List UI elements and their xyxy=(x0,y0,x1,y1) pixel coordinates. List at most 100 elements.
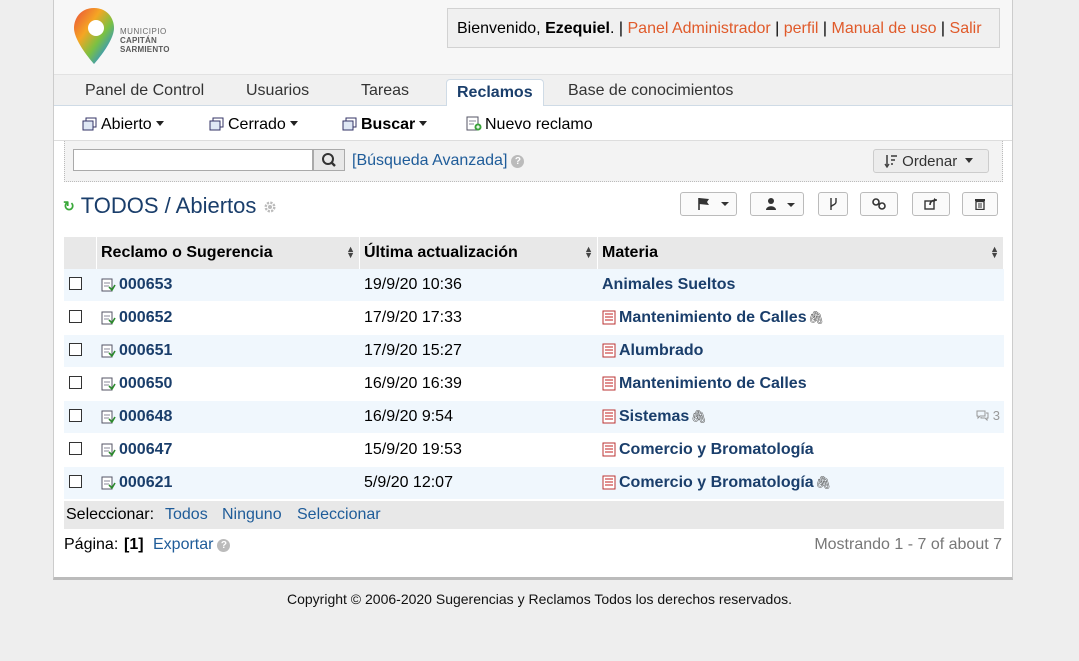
subject-link[interactable]: Mantenimiento de Calles xyxy=(619,375,807,392)
subject-link[interactable]: Comercio y Bromatología xyxy=(619,441,814,458)
select-toggle-link[interactable]: Seleccionar xyxy=(297,506,381,524)
advanced-search-link[interactable]: [Búsqueda Avanzada]? xyxy=(352,152,525,170)
export-link[interactable]: Exportar? xyxy=(153,536,231,554)
tab-tasks[interactable]: Tareas xyxy=(361,82,409,100)
header: MUNICIPIO CAPITÁN SARMIENTO Bienvenido, … xyxy=(54,0,1012,75)
manual-link[interactable]: Manual de uso xyxy=(832,20,937,37)
row-checkbox[interactable] xyxy=(69,475,82,488)
greeting-text: Bienvenido, xyxy=(457,20,541,37)
new-ticket-label: Nuevo reclamo xyxy=(485,116,593,133)
tab-knowledgebase[interactable]: Base de conocimientos xyxy=(568,82,733,100)
ticket-number-link[interactable]: 000651 xyxy=(119,342,172,359)
ticket-number-link[interactable]: 000621 xyxy=(119,474,172,491)
search-input[interactable] xyxy=(73,149,313,171)
subject-link[interactable]: Comercio y Bromatología xyxy=(619,474,814,491)
tab-dashboard[interactable]: Panel de Control xyxy=(85,82,204,100)
ticket-number-link[interactable]: 000647 xyxy=(119,441,172,458)
export-label: Exportar xyxy=(153,536,214,553)
ticket-number-link[interactable]: 000650 xyxy=(119,375,172,392)
logo[interactable]: MUNICIPIO CAPITÁN SARMIENTO xyxy=(72,6,202,68)
subject-column-header[interactable]: Materia ▲ ▼ xyxy=(598,237,1004,269)
subject-cell: Alumbrado xyxy=(598,335,1004,368)
separator: | xyxy=(940,20,946,37)
chevron-down-icon xyxy=(419,121,428,126)
transfer-button[interactable] xyxy=(818,192,848,216)
table-row[interactable]: 000651 17/9/20 15:27 Alumbrado xyxy=(64,335,1004,368)
row-checkbox[interactable] xyxy=(69,277,82,290)
subject-cell: Mantenimiento de Calles🖇 xyxy=(598,302,1004,335)
table-row[interactable]: 000621 5/9/20 12:07 Comercio y Bromatologí… xyxy=(64,467,1004,500)
row-checkbox[interactable] xyxy=(69,376,82,389)
ticket-number-link[interactable]: 000648 xyxy=(119,408,172,425)
updated-column-header[interactable]: Última actualización ▲ ▼ xyxy=(360,237,598,269)
separator: | xyxy=(775,20,780,37)
share-button[interactable] xyxy=(912,192,950,216)
trash-icon xyxy=(975,199,985,211)
row-select-cell xyxy=(64,335,97,368)
sort-arrows-icon: ▲ ▼ xyxy=(990,244,999,260)
logo-pin-icon xyxy=(74,8,114,64)
comment-count: 3 xyxy=(976,408,1000,423)
table-row[interactable]: 000652 17/9/20 17:33 Mantenimiento de Call… xyxy=(64,302,1004,335)
tab-tickets[interactable]: Reclamos xyxy=(446,79,544,107)
flag-dropdown-button[interactable] xyxy=(680,192,737,216)
admin-panel-link[interactable]: Panel Administrador xyxy=(628,20,771,37)
search-button[interactable] xyxy=(313,149,345,171)
new-ticket-link[interactable]: Nuevo reclamo xyxy=(466,116,593,134)
ticket-number-link[interactable]: 000653 xyxy=(119,276,172,293)
ticket-column-header[interactable]: Reclamo o Sugerencia ▲ ▼ xyxy=(97,237,360,269)
table-row[interactable]: 000650 16/9/20 16:39 Mantenimiento de Call… xyxy=(64,368,1004,401)
topic-icon xyxy=(602,475,616,490)
dot-text: . xyxy=(609,20,615,37)
profile-link[interactable]: perfil xyxy=(784,20,819,37)
table-row[interactable]: 000648 16/9/20 9:54 Sistemas🖇 3 xyxy=(64,401,1004,434)
ticket-icon xyxy=(101,410,116,424)
select-label: Seleccionar: xyxy=(66,506,155,523)
ticket-icon xyxy=(101,344,116,358)
share-icon xyxy=(924,198,938,210)
table-row[interactable]: 000653 19/9/20 10:36 Animales Sueltos xyxy=(64,269,1004,302)
select-none-link[interactable]: Ninguno xyxy=(222,506,282,524)
subject-link[interactable]: Sistemas xyxy=(619,408,689,425)
assign-dropdown-button[interactable] xyxy=(750,192,804,216)
help-icon: ? xyxy=(217,539,231,552)
ticket-number-cell: 000648 xyxy=(97,401,360,434)
current-page: [1] xyxy=(124,536,144,553)
ticket-icon xyxy=(101,443,116,457)
sort-arrows-icon: ▲ ▼ xyxy=(346,244,355,260)
queue-title: ↻ TODOS / Abiertos xyxy=(63,193,277,219)
select-all-link[interactable]: Todos xyxy=(165,506,208,524)
sort-label: Ordenar xyxy=(902,153,958,170)
merge-button[interactable] xyxy=(860,192,898,216)
closed-tickets-dropdown[interactable]: Cerrado xyxy=(209,116,298,134)
footer: Copyright © 2006-2020 Sugerencias y Recl… xyxy=(0,591,1079,607)
gear-icon[interactable] xyxy=(263,200,277,214)
search-label: Buscar xyxy=(361,116,416,133)
ticket-table-body: 000653 19/9/20 10:36 Animales Sueltos 00065… xyxy=(64,269,1004,500)
subject-link[interactable]: Alumbrado xyxy=(619,342,703,359)
ticket-number-link[interactable]: 000652 xyxy=(119,309,172,326)
row-checkbox[interactable] xyxy=(69,409,82,422)
queue-title-text[interactable]: TODOS / Abiertos xyxy=(81,193,257,218)
row-select-cell xyxy=(64,434,97,467)
updated-cell: 17/9/20 17:33 xyxy=(360,302,598,335)
ticket-icon xyxy=(101,476,116,490)
refresh-icon[interactable]: ↻ xyxy=(63,198,75,214)
tab-users[interactable]: Usuarios xyxy=(246,82,309,100)
row-checkbox[interactable] xyxy=(69,310,82,323)
table-row[interactable]: 000647 15/9/20 19:53 Comercio y Bromatolog… xyxy=(64,434,1004,467)
ticket-number-cell: 000647 xyxy=(97,434,360,467)
delete-button[interactable] xyxy=(962,192,998,216)
row-checkbox[interactable] xyxy=(69,343,82,356)
open-tickets-dropdown[interactable]: Abierto xyxy=(82,116,164,134)
subject-cell: Mantenimiento de Calles xyxy=(598,368,1004,401)
row-checkbox[interactable] xyxy=(69,442,82,455)
logout-link[interactable]: Salir xyxy=(950,20,982,37)
subject-link[interactable]: Mantenimiento de Calles xyxy=(619,309,807,326)
subject-link[interactable]: Animales Sueltos xyxy=(602,276,735,293)
sort-button[interactable]: Ordenar xyxy=(873,149,989,173)
ticket-number-cell: 000652 xyxy=(97,302,360,335)
search-dropdown[interactable]: Buscar xyxy=(342,116,428,134)
new-ticket-icon xyxy=(466,116,482,131)
topic-icon xyxy=(602,409,616,424)
